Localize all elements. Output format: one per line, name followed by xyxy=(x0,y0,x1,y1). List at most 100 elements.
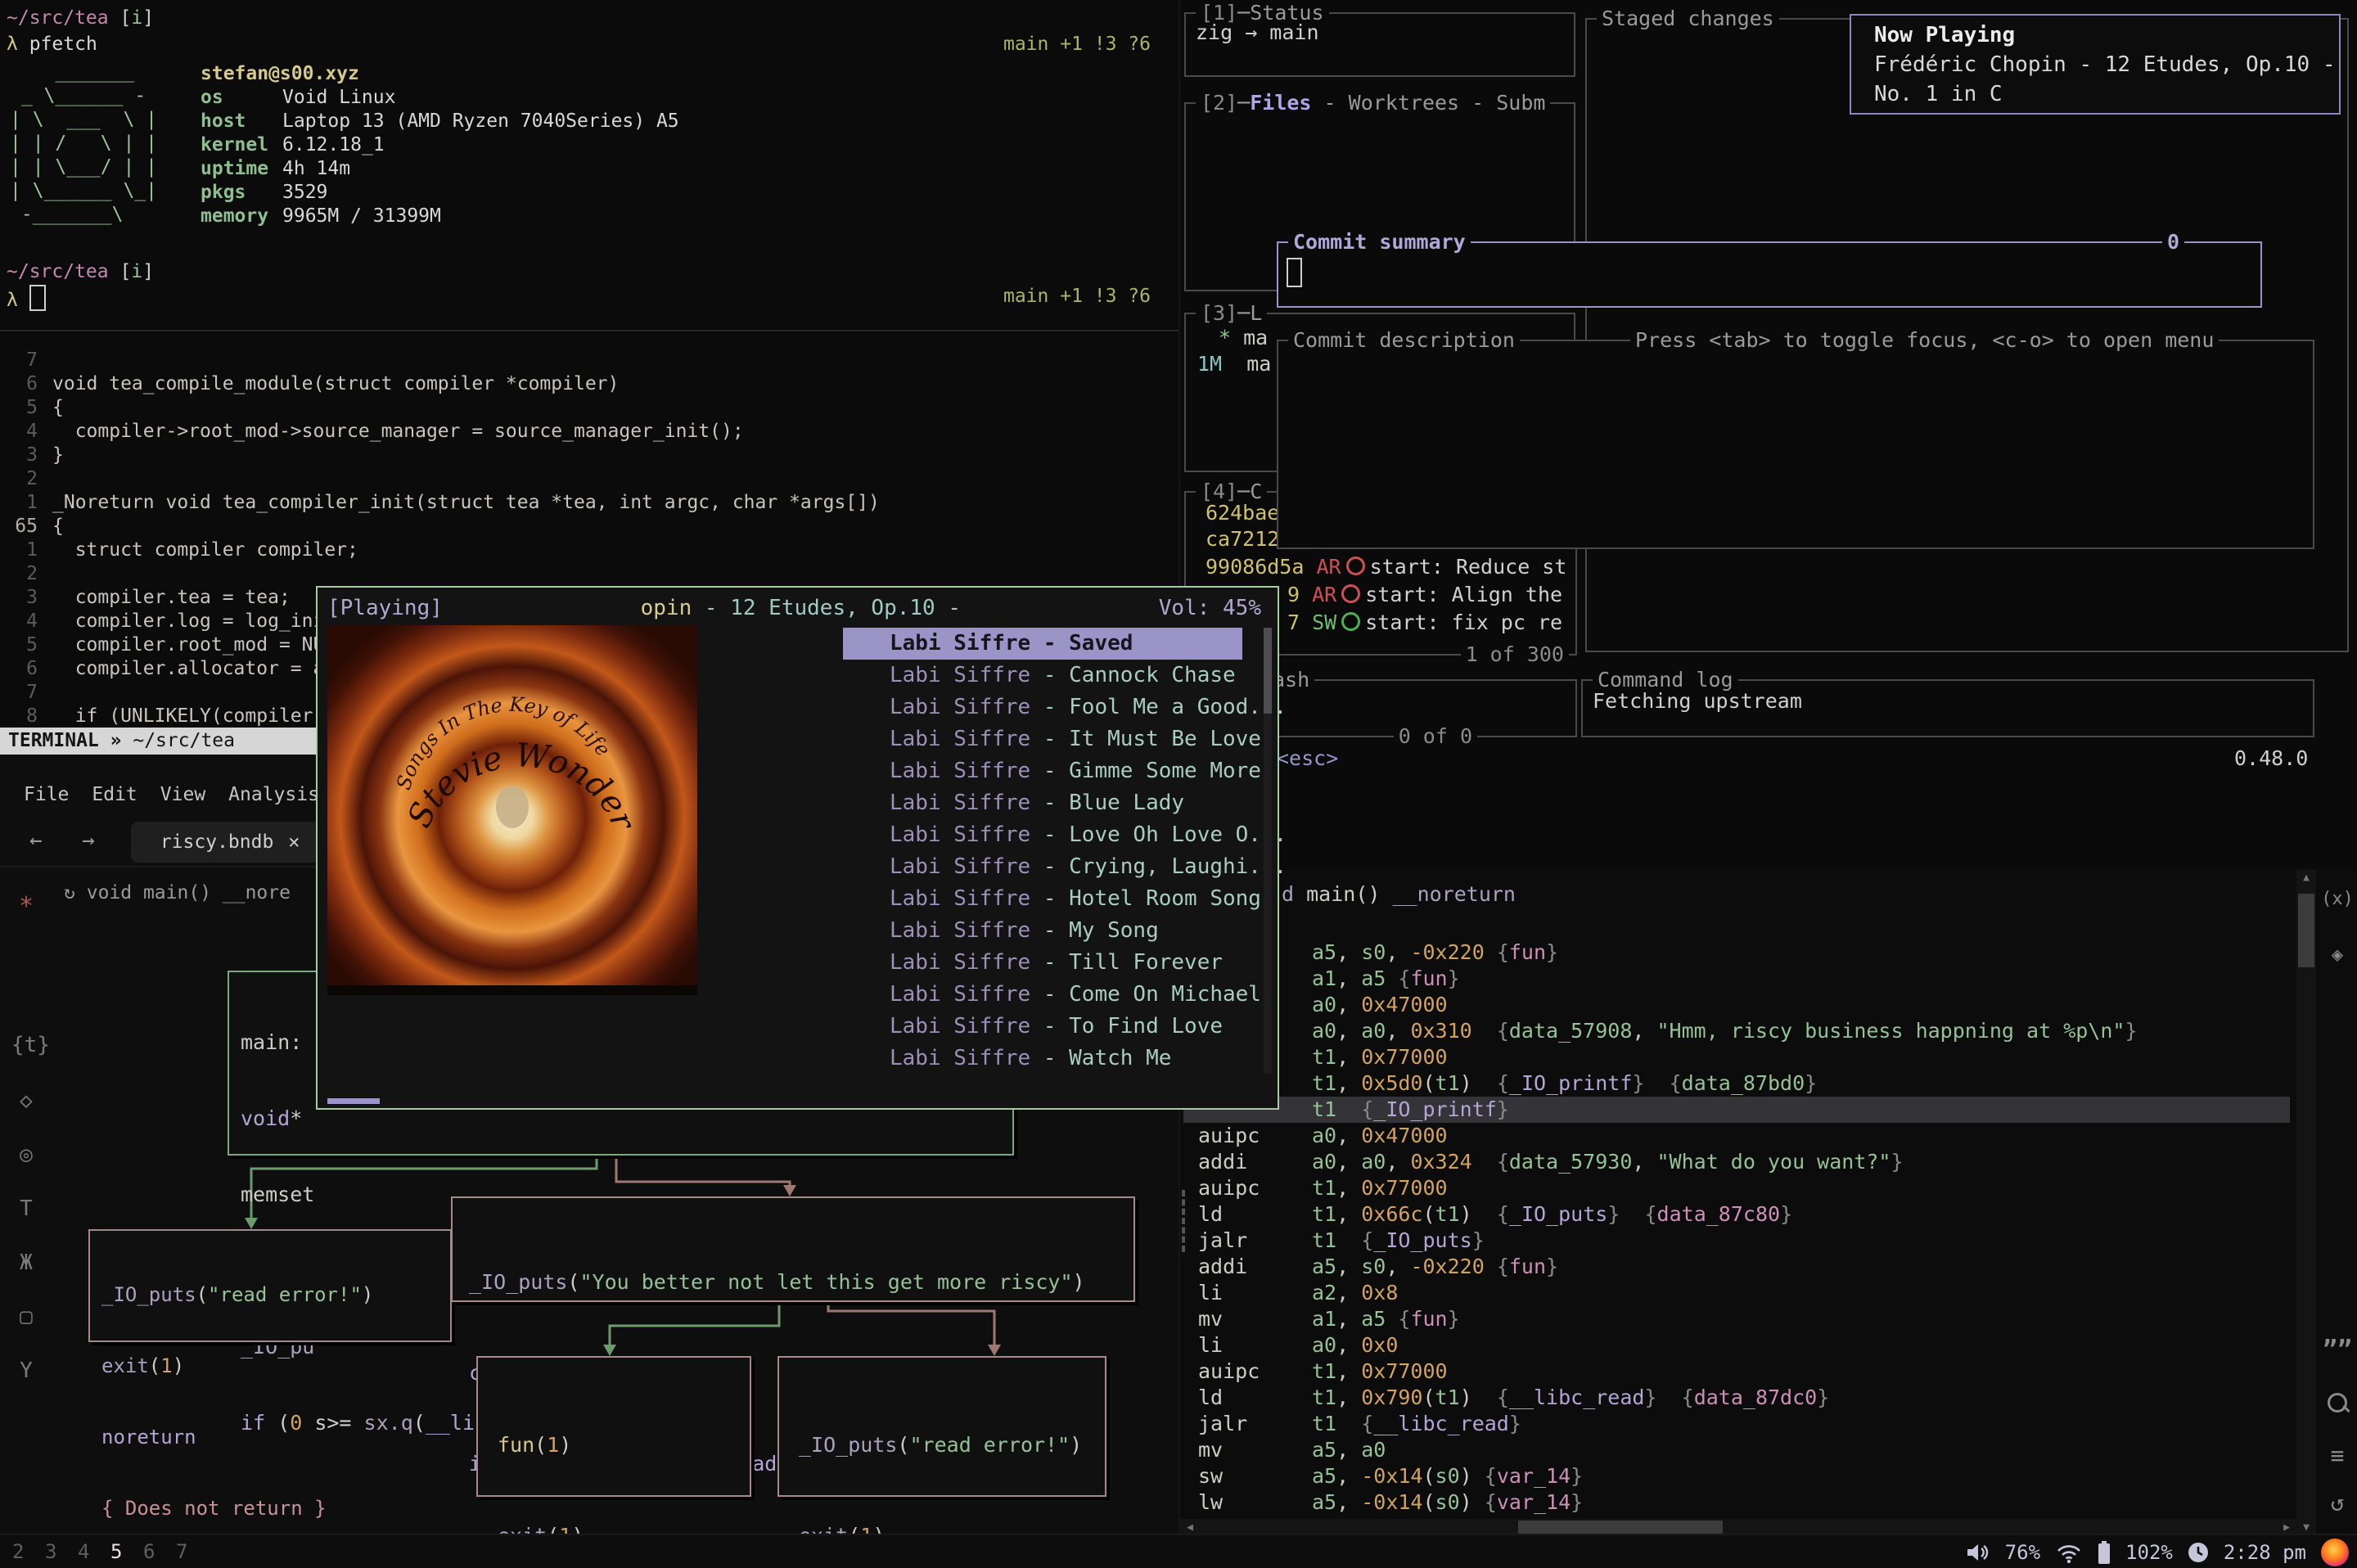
status-panel[interactable]: [1]─Status zig → main xyxy=(1184,12,1575,77)
terminal-window[interactable]: ~/src/tea [i] λ pfetch main +1 !3 ?6 ___… xyxy=(0,0,1180,331)
fetch-field: hostLaptop 13 (AMD Ryzen 7040Series) A5 xyxy=(201,110,679,133)
command-log-panel[interactable]: Command log Fetching upstream xyxy=(1581,679,2314,737)
branch-status: zig → main xyxy=(1196,20,1319,45)
disasm-row[interactable]: t1, 0x77000 xyxy=(1183,1044,2290,1070)
search-icon[interactable] xyxy=(2328,1393,2347,1413)
branch-row[interactable]: 1M ma xyxy=(1197,352,1271,376)
disasm-row[interactable]: a0, a0, 0x310 {data_57908, "Hmm, riscy b… xyxy=(1183,1018,2290,1044)
terminal-statusline: TERMINAL » ~/src/tea xyxy=(0,728,329,755)
text-cursor xyxy=(1287,258,1302,287)
git-status-segment: main +1 !3 ?6 xyxy=(1003,33,1151,56)
disasm-row[interactable]: addia5, s0, -0x220 {fun} xyxy=(1183,1254,2290,1280)
disasm-row[interactable]: t1, 0x5d0(t1) {_IO_printf} {data_87bd0} xyxy=(1183,1070,2290,1097)
disasm-row[interactable]: auipct1, 0x77000 xyxy=(1183,1175,2290,1201)
player-volume: Vol: 45% xyxy=(1159,596,1261,620)
disasm-row[interactable]: addia0, a0, 0x324 {data_57930, "What do … xyxy=(1183,1149,2290,1175)
commit-status-icon xyxy=(1341,612,1360,631)
volume-icon[interactable] xyxy=(1966,1542,1990,1563)
disasm-row[interactable]: jalrt1 {_IO_puts} xyxy=(1183,1228,2290,1254)
graph-node-read-error-2[interactable]: _IO_puts("read error!") exit(1) noreturn… xyxy=(777,1356,1106,1497)
disassembly-pane[interactable]: d main() __noreturn a5, s0, -0x220 {fun}… xyxy=(1180,869,2296,1537)
commit-summary-panel[interactable]: Commit summary 0 xyxy=(1277,241,2262,308)
notification-title: Now Playing xyxy=(1874,20,2339,50)
commit-row[interactable]: 99086d5a ARstart: Reduce st xyxy=(1206,555,1566,579)
playlist-item[interactable]: Labi Siffre - Watch Me xyxy=(843,1043,1242,1075)
disasm-row[interactable]: lia0, 0x0 xyxy=(1183,1332,2290,1358)
comments-icon[interactable]: ”” xyxy=(2318,1336,2357,1364)
commit-description-panel[interactable]: Commit description Press <tab> to toggle… xyxy=(1277,340,2314,549)
commit-hash[interactable]: ca7212 xyxy=(1206,527,1279,552)
status-bar: 2 3 4 5 6 7 76% 102% 2:28 pm xyxy=(0,1534,2357,1568)
stack-layers-icon[interactable]: ◈ xyxy=(2318,943,2357,966)
terminal-cursor xyxy=(29,285,46,311)
playlist-item[interactable]: Labi Siffre - Come On Michael xyxy=(843,979,1242,1011)
disasm-row[interactable]: a5, s0, -0x220 {fun} xyxy=(1183,939,2290,966)
disasm-row-selected[interactable]: t1 {_IO_printf} xyxy=(1183,1097,2290,1123)
history-icon[interactable]: ↺ xyxy=(2318,1489,2357,1516)
playlist-item[interactable]: Labi Siffre - Till Forever xyxy=(843,947,1242,979)
commit-row[interactable]: 9 ARstart: Align the xyxy=(1287,583,1562,607)
playlist-item[interactable]: Labi Siffre - Hotel Room Song xyxy=(843,883,1242,915)
vertical-scrollbar[interactable]: ▲ ▼ xyxy=(2296,869,2316,1537)
graph-node-read-error[interactable]: _IO_puts("read error!") exit(1) noreturn… xyxy=(88,1229,452,1342)
disasm-row[interactable]: jalrt1 {__libc_read} xyxy=(1183,1411,2290,1437)
playlist-item[interactable]: Labi Siffre - Gimme Some More xyxy=(843,755,1242,787)
commit-hash[interactable]: 624bae xyxy=(1206,501,1279,525)
player-progress[interactable] xyxy=(327,1098,380,1104)
playlist-item[interactable]: Labi Siffre - Crying, Laughi... xyxy=(843,851,1242,883)
scroll-up-icon[interactable]: ▲ xyxy=(2296,869,2316,887)
playlist-scrollbar[interactable] xyxy=(1264,628,1272,1074)
playlist-item[interactable]: Labi Siffre - Cannock Chase xyxy=(843,660,1242,692)
command-line-cursor[interactable]: λ xyxy=(7,285,46,313)
playlist-item[interactable]: Labi Siffre - Fool Me a Good... xyxy=(843,692,1242,723)
fetch-field: kernel6.12.18_1 xyxy=(201,133,679,157)
disasm-row[interactable]: a1, a5 {fun} xyxy=(1183,966,2290,992)
disasm-row[interactable]: mva1, a5 {fun} xyxy=(1183,1306,2290,1332)
workspace-4[interactable]: 4 xyxy=(78,1540,89,1563)
keybind-hint: Press <tab> to toggle focus, <c-o> to op… xyxy=(1630,328,2219,353)
workspace-7[interactable]: 7 xyxy=(176,1540,187,1563)
disasm-row[interactable]: auipct1, 0x77000 xyxy=(1183,1358,2290,1385)
disasm-row[interactable]: ldt1, 0x790(t1) {__libc_read} {data_87dc… xyxy=(1183,1385,2290,1411)
log-lines-icon[interactable]: ≡ xyxy=(2318,1442,2357,1469)
disasm-row[interactable]: lia2, 0x8 xyxy=(1183,1280,2290,1306)
volume-percent: 76% xyxy=(2005,1541,2040,1564)
graph-node-fun[interactable]: fun(1) exit(1) noreturn { Does not retur… xyxy=(476,1356,751,1497)
scrollbar-thumb[interactable] xyxy=(1264,628,1272,714)
workspace-5-active[interactable]: 5 xyxy=(110,1540,122,1563)
scrollbar-thumb[interactable] xyxy=(2298,894,2314,967)
now-playing-notification[interactable]: Now Playing Frédéric Chopin - 12 Etudes,… xyxy=(1850,14,2341,115)
clock-time: 2:28 pm xyxy=(2224,1541,2306,1564)
wifi-icon[interactable] xyxy=(2055,1542,2083,1563)
variables-icon[interactable]: (x) xyxy=(2318,889,2357,909)
notification-line: No. 1 in C xyxy=(1874,79,2339,109)
prompt-line: ~/src/tea [i] xyxy=(7,260,154,284)
music-player-window[interactable]: [Playing] opin - 12 Etudes, Op.10 - Vol:… xyxy=(316,586,1279,1110)
playlist: Labi Siffre - Saved Labi Siffre - Cannoc… xyxy=(843,628,1242,1075)
playlist-item[interactable]: Labi Siffre - Love Oh Love O... xyxy=(843,819,1242,851)
branch-row[interactable]: * ma xyxy=(1219,326,1268,350)
graph-node-riscy[interactable]: _IO_puts("You better not let this get mo… xyxy=(451,1196,1135,1302)
commit-row[interactable]: 7 SWstart: fix pc re xyxy=(1287,611,1562,635)
disasm-row[interactable]: ldt1, 0x66c(t1) {_IO_puts} {data_87c80} xyxy=(1183,1201,2290,1228)
tray-app-icon[interactable] xyxy=(2321,1539,2349,1566)
playlist-item[interactable]: Labi Siffre - Blue Lady xyxy=(843,787,1242,819)
escape-hint: <esc> xyxy=(1277,746,1338,771)
disasm-row[interactable]: auipca0, 0x47000 xyxy=(1183,1123,2290,1149)
workspace-6[interactable]: 6 xyxy=(143,1540,155,1563)
workspace-2[interactable]: 2 xyxy=(12,1540,24,1563)
disasm-row[interactable]: a0, 0x47000 xyxy=(1183,992,2290,1018)
playlist-item[interactable]: Labi Siffre - My Song xyxy=(843,915,1242,947)
playlist-item[interactable]: Labi Siffre - To Find Love xyxy=(843,1011,1242,1043)
command-log-line: Fetching upstream xyxy=(1593,689,1802,714)
playlist-item-selected[interactable]: Labi Siffre - Saved xyxy=(843,628,1242,660)
playlist-item[interactable]: Labi Siffre - It Must Be Love xyxy=(843,723,1242,755)
battery-icon xyxy=(2098,1541,2111,1564)
commits-counter: 1 of 300 xyxy=(1461,642,1569,667)
disasm-row[interactable]: mva5, a0 xyxy=(1183,1437,2290,1463)
disasm-row[interactable]: lwa5, -0x14(s0) {var_14} xyxy=(1183,1489,2290,1516)
code-row-current: 65{ xyxy=(0,515,1180,538)
desktop: ~/src/tea [i] λ pfetch main +1 !3 ?6 ___… xyxy=(0,0,2357,1568)
workspace-3[interactable]: 3 xyxy=(45,1540,56,1563)
disasm-row[interactable]: swa5, -0x14(s0) {var_14} xyxy=(1183,1463,2290,1489)
